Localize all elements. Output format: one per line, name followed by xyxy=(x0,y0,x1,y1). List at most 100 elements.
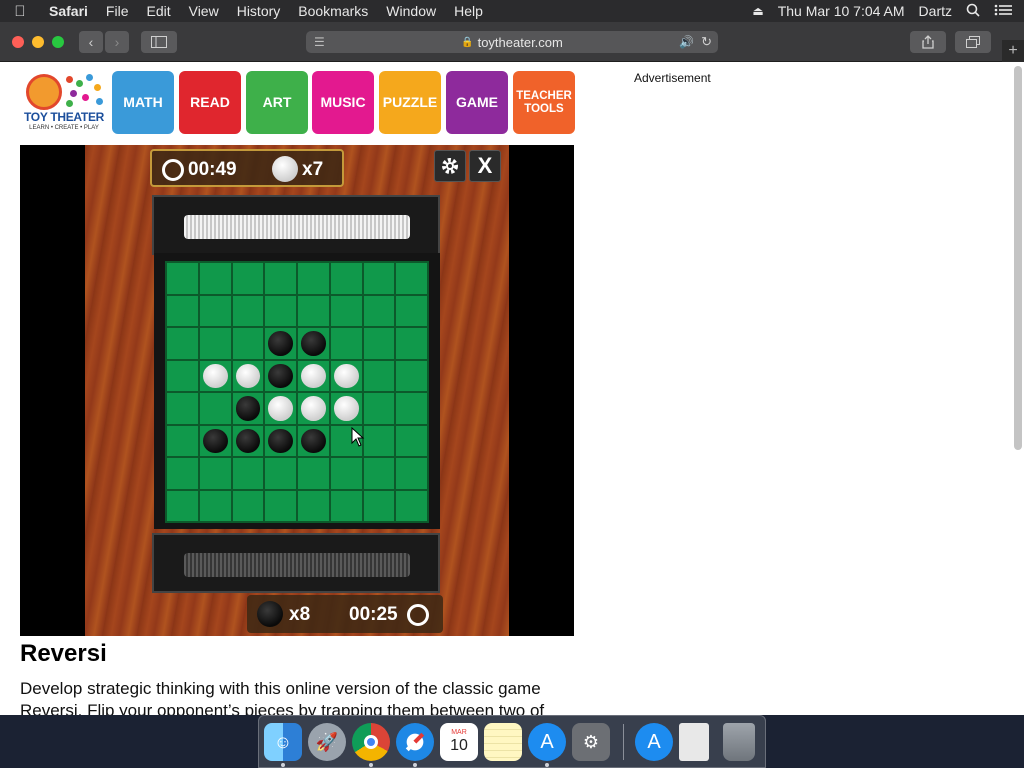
menu-window[interactable]: Window xyxy=(377,3,445,19)
finder-icon[interactable]: ☺ xyxy=(264,723,302,761)
board-cell[interactable] xyxy=(298,425,329,456)
board-cell[interactable] xyxy=(232,263,264,294)
category-art[interactable]: ART xyxy=(246,71,308,134)
board-cell[interactable] xyxy=(199,295,231,326)
board-cell[interactable] xyxy=(298,328,329,359)
back-button[interactable]: ‹ xyxy=(79,31,103,53)
board-cell[interactable] xyxy=(396,458,427,489)
safari-icon[interactable] xyxy=(396,723,434,761)
board-cell[interactable] xyxy=(232,490,264,521)
board-cell[interactable] xyxy=(167,295,198,326)
board-cell[interactable] xyxy=(232,295,264,326)
board-cell[interactable] xyxy=(396,490,427,521)
board-cell[interactable] xyxy=(232,328,264,359)
board-cell[interactable] xyxy=(199,425,231,456)
board-cell[interactable] xyxy=(298,295,329,326)
reversi-game[interactable]: 00:49 x7 X x8 00:25 xyxy=(20,145,574,636)
board-cell[interactable] xyxy=(330,490,362,521)
tabs-overview-button[interactable] xyxy=(955,31,991,53)
board-cell[interactable] xyxy=(265,263,296,294)
user-name[interactable]: Dartz xyxy=(919,3,952,19)
menu-help[interactable]: Help xyxy=(445,3,492,19)
notification-center-icon[interactable] xyxy=(994,3,1012,19)
system-preferences-icon[interactable]: ⚙ xyxy=(572,723,610,761)
close-game-button[interactable]: X xyxy=(469,150,501,182)
apple-menu-icon[interactable]:  xyxy=(0,3,40,20)
new-tab-button[interactable]: + xyxy=(1002,40,1024,62)
board-cell[interactable] xyxy=(363,360,395,391)
board-cell[interactable] xyxy=(265,393,296,424)
share-button[interactable] xyxy=(910,31,946,53)
board-cell[interactable] xyxy=(199,393,231,424)
trash-icon[interactable] xyxy=(723,723,755,761)
board-cell[interactable] xyxy=(363,425,395,456)
board-cell[interactable] xyxy=(298,393,329,424)
minimize-window-button[interactable] xyxy=(32,36,44,48)
board-cell[interactable] xyxy=(167,328,198,359)
board-cell[interactable] xyxy=(396,393,427,424)
board-cell[interactable] xyxy=(265,425,296,456)
board-cell[interactable] xyxy=(363,490,395,521)
reader-view-icon[interactable]: ☰ xyxy=(314,35,325,49)
board-cell[interactable] xyxy=(298,360,329,391)
board-cell[interactable] xyxy=(363,393,395,424)
category-puzzle[interactable]: PUZZLE xyxy=(379,71,441,134)
board-cell[interactable] xyxy=(265,490,296,521)
chrome-icon[interactable] xyxy=(352,723,390,761)
board-cell[interactable] xyxy=(232,458,264,489)
category-music[interactable]: MUSIC xyxy=(312,71,374,134)
board-cell[interactable] xyxy=(167,263,198,294)
board-cell[interactable] xyxy=(199,360,231,391)
board-cell[interactable] xyxy=(199,490,231,521)
menu-file[interactable]: File xyxy=(97,3,138,19)
calendar-icon[interactable]: MAR 10 xyxy=(440,723,478,761)
menu-view[interactable]: View xyxy=(180,3,228,19)
eject-icon[interactable]: ⏏ xyxy=(752,4,763,18)
board-cell[interactable] xyxy=(232,360,264,391)
board-cell[interactable] xyxy=(396,295,427,326)
board-cell[interactable] xyxy=(167,393,198,424)
board-cell[interactable] xyxy=(298,263,329,294)
board-cell[interactable] xyxy=(298,490,329,521)
close-window-button[interactable] xyxy=(12,36,24,48)
board-cell[interactable] xyxy=(363,295,395,326)
reload-icon[interactable]: ↻ xyxy=(701,34,712,50)
toy-theater-logo[interactable]: TOY THEATER LEARN • CREATE • PLAY xyxy=(22,72,106,134)
category-read[interactable]: READ xyxy=(179,71,241,134)
board-cell[interactable] xyxy=(396,425,427,456)
board-cell[interactable] xyxy=(199,458,231,489)
board-cell[interactable] xyxy=(265,458,296,489)
board-cell[interactable] xyxy=(265,295,296,326)
audio-playing-icon[interactable]: 🔊 xyxy=(679,35,694,49)
board-cell[interactable] xyxy=(232,425,264,456)
board-cell[interactable] xyxy=(199,263,231,294)
app-store-icon[interactable]: A xyxy=(528,723,566,761)
board-cell[interactable] xyxy=(167,490,198,521)
board-cell[interactable] xyxy=(396,360,427,391)
page-scrollbar[interactable] xyxy=(1014,66,1022,450)
menu-edit[interactable]: Edit xyxy=(137,3,179,19)
board-cell[interactable] xyxy=(265,328,296,359)
board-cell[interactable] xyxy=(167,425,198,456)
category-teacher-tools[interactable]: TEACHER TOOLS xyxy=(513,71,575,134)
notes-icon[interactable] xyxy=(484,723,522,761)
menu-bookmarks[interactable]: Bookmarks xyxy=(289,3,377,19)
spotlight-search-icon[interactable] xyxy=(966,3,980,20)
launchpad-icon[interactable]: 🚀 xyxy=(308,723,346,761)
category-game[interactable]: GAME xyxy=(446,71,508,134)
board-cell[interactable] xyxy=(298,458,329,489)
board-cell[interactable] xyxy=(363,263,395,294)
board-cell[interactable] xyxy=(265,360,296,391)
menu-history[interactable]: History xyxy=(228,3,290,19)
forward-button[interactable]: › xyxy=(105,31,129,53)
board-cell[interactable] xyxy=(199,328,231,359)
board-cell[interactable] xyxy=(330,295,362,326)
board-cell[interactable] xyxy=(330,458,362,489)
category-math[interactable]: MATH xyxy=(112,71,174,134)
board-cell[interactable] xyxy=(167,458,198,489)
app-store-download-icon[interactable]: A xyxy=(635,723,673,761)
reversi-board[interactable] xyxy=(165,261,429,523)
board-cell[interactable] xyxy=(330,393,362,424)
clock-datetime[interactable]: Thu Mar 10 7:04 AM xyxy=(778,3,905,19)
board-cell[interactable] xyxy=(232,393,264,424)
